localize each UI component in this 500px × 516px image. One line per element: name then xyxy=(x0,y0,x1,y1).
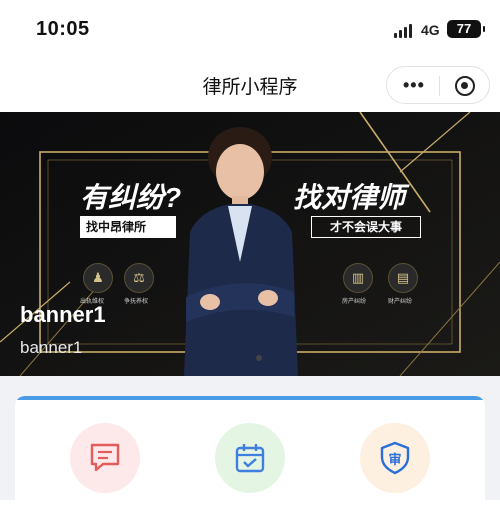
banner-carousel[interactable]: 有纠纷? 找对律师 找中昂律所 才不会误大事 ♟ 出轨维权 ⚖ 争抚养权 ▥ 房… xyxy=(0,112,500,376)
scale-icon: ⚖ xyxy=(124,263,154,293)
capsule-divider xyxy=(439,76,440,96)
banner-caption-title: banner1 xyxy=(20,302,106,327)
banner-icon-label-4: 财产纠纷 xyxy=(388,299,413,305)
banner-icon-label-3: 房产纠纷 xyxy=(342,299,367,305)
target-circle-icon[interactable] xyxy=(455,76,475,96)
banner-slogan-left: 有纠纷? xyxy=(80,182,182,213)
banner-artwork xyxy=(0,112,500,376)
calendar-check-icon[interactable] xyxy=(215,423,285,493)
svg-text:审: 审 xyxy=(388,452,401,468)
signal-icon xyxy=(394,24,414,38)
carousel-indicator xyxy=(256,355,262,361)
person-icon: ♟ xyxy=(83,263,113,293)
status-bar: 10:05 4G 77 xyxy=(0,0,500,58)
battery-icon: 77 xyxy=(447,20,485,38)
navigation-bar: 律所小程序 ••• xyxy=(0,58,500,112)
shield-trial-icon[interactable]: 审 xyxy=(360,423,430,493)
chat-icon[interactable] xyxy=(70,423,140,493)
card-accent-line xyxy=(15,396,485,400)
banner-tag-right: 才不会误大事 xyxy=(311,216,421,238)
document-icon: ▤ xyxy=(388,263,418,293)
banner-tag-left: 找中昂律所 xyxy=(80,216,176,238)
more-dots-icon[interactable]: ••• xyxy=(403,76,425,94)
network-type: 4G xyxy=(421,22,440,38)
banner-caption-subtitle: banner1 xyxy=(20,338,83,357)
status-time: 10:05 xyxy=(36,18,90,40)
menu-capsule: ••• xyxy=(386,66,490,104)
building-icon: ▥ xyxy=(343,263,373,293)
banner-icon-label-2: 争抚养权 xyxy=(124,299,149,305)
banner-slogan-right: 找对律师 xyxy=(293,182,406,213)
